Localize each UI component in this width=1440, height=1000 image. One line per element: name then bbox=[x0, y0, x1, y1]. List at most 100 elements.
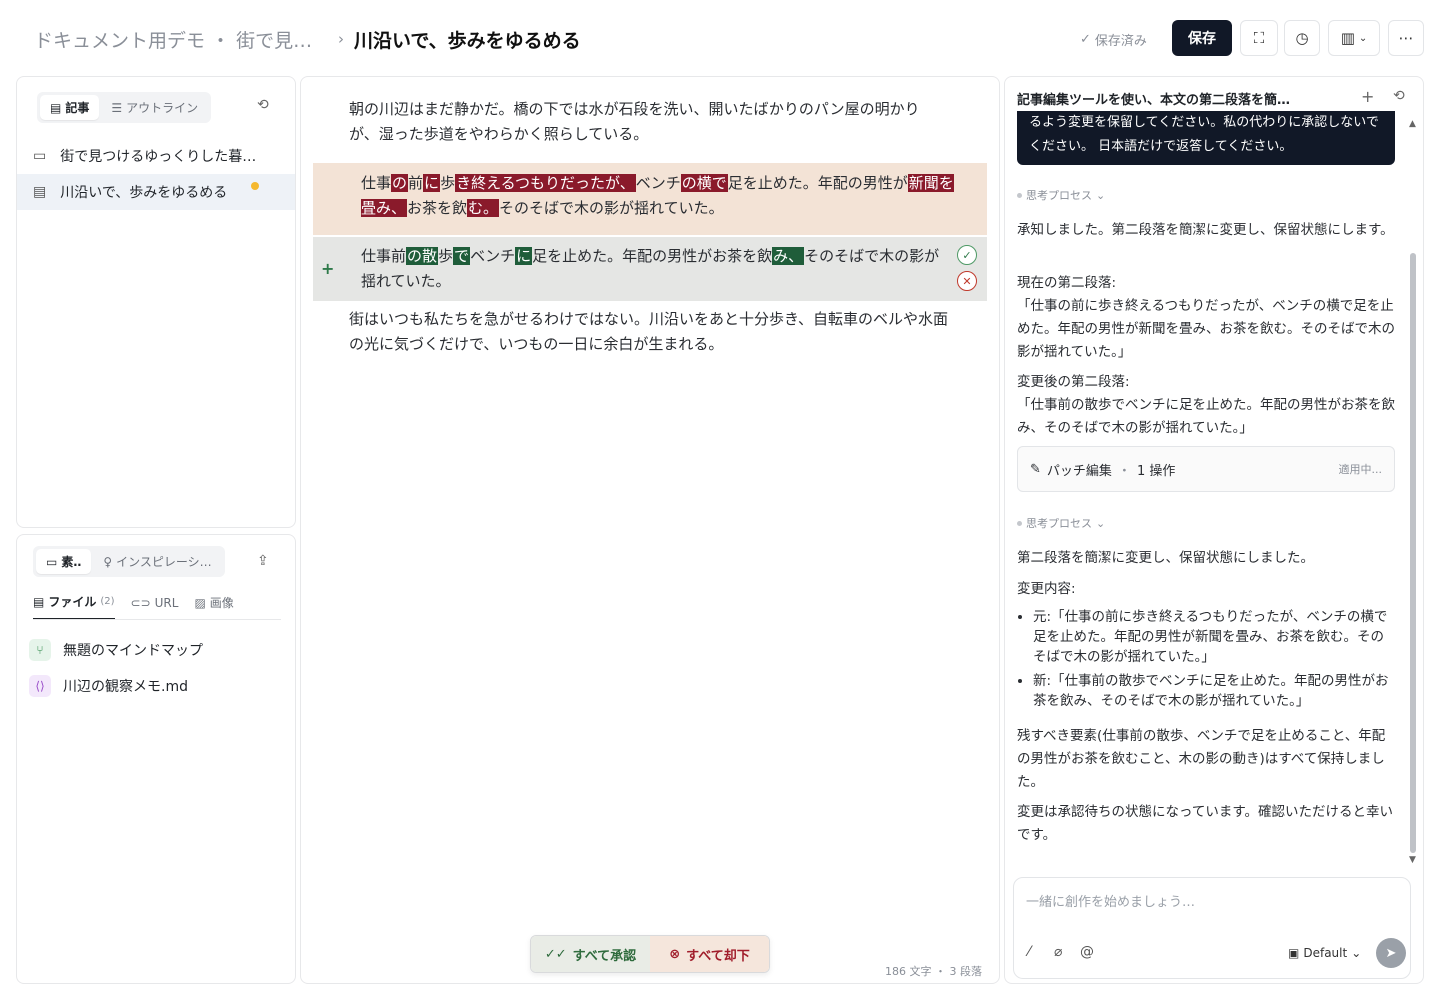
unchanged-text: 仕事前 bbox=[361, 247, 407, 265]
upload-icon[interactable]: ⇪ bbox=[257, 553, 269, 569]
unchanged-text: 前 bbox=[408, 174, 424, 192]
unchanged-text: 足を止めた。年配の男性が bbox=[727, 174, 908, 192]
unchanged-text: 仕事 bbox=[361, 174, 392, 192]
after-label: 変更後の第二段落: bbox=[1017, 374, 1130, 390]
accept-change-icon[interactable]: ✓ bbox=[957, 245, 977, 265]
deleted-block: 仕事の前に歩き終えるつもりだったが、ベンチの横で足を止めた。年配の男性が新聞を畳… bbox=[313, 163, 987, 235]
tab-article[interactable]: ▤ 記事 bbox=[40, 95, 100, 120]
send-button[interactable]: ➤ bbox=[1376, 938, 1406, 968]
article-tabs: ▤ 記事 ☰ アウトライン bbox=[37, 92, 212, 123]
chat-scrollbar[interactable]: ▲ ▼ bbox=[1409, 119, 1417, 865]
tree-item-folder[interactable]: ▭ 街で見つけるゆっくりした暮… bbox=[17, 138, 295, 174]
timer-button[interactable]: ◷ bbox=[1284, 20, 1320, 56]
resource-tabs: ▭ 素‥ ♀ インスピレーシ… bbox=[33, 546, 225, 577]
layout-button[interactable]: ▥ ⌄ bbox=[1328, 20, 1380, 56]
page-title: 川沿いで、歩みをゆるめる bbox=[354, 30, 581, 52]
added-paragraph[interactable]: 仕事前の散歩でベンチに足を止めた。年配の男性がお茶を飲み、そのそばで木の影が揺れ… bbox=[361, 244, 951, 294]
tab-outline[interactable]: ☰ アウトライン bbox=[101, 95, 208, 120]
editor-panel: 朝の川辺はまだ静かだ。橋の下では水が石段を洗い、開いたばかりのパン屋の明かりが、… bbox=[300, 76, 1000, 984]
more-button[interactable]: ⋯ bbox=[1388, 20, 1424, 56]
tab-inspiration-label: インスピレーシ… bbox=[116, 555, 212, 569]
paragraph-3[interactable]: 街はいつも私たちを急がせるわけではない。川沿いをあと十分歩き、自転車のベルや水面… bbox=[349, 307, 949, 357]
saved-status-label: 保存済み bbox=[1094, 34, 1147, 49]
deleted-text: む。 bbox=[467, 199, 500, 217]
changes-label: 変更内容: bbox=[1017, 581, 1076, 597]
patch-tool-card[interactable]: ✎ パッチ編集 ・ 1 操作 適用中... bbox=[1017, 446, 1395, 492]
patch-ops: 1 操作 bbox=[1136, 463, 1176, 479]
folder-icon: ▭ bbox=[46, 554, 58, 569]
more-icon: ⋯ bbox=[1398, 29, 1414, 47]
model-selector[interactable]: ▣ Default ⌄ bbox=[1288, 946, 1361, 960]
new-chat-icon[interactable]: + bbox=[1361, 87, 1374, 106]
unchanged-text: 足を止めた。年配の男性がお茶を飲 bbox=[532, 247, 773, 265]
scroll-up-icon[interactable]: ▲ bbox=[1409, 119, 1416, 129]
tab-materials[interactable]: ▭ 素‥ bbox=[36, 549, 92, 574]
thinking-label: 思考プロセス bbox=[1026, 517, 1092, 530]
chevron-down-icon: ⌄ bbox=[1358, 32, 1368, 44]
history-icon[interactable]: ⟲ bbox=[257, 97, 269, 113]
after-text: 「仕事前の散歩でベンチに足を止めた。年配の男性がお茶を飲み、そのそばで木の影が揺… bbox=[1017, 397, 1395, 436]
check-icon: ✓ bbox=[1080, 32, 1091, 47]
reject-change-icon[interactable]: ✕ bbox=[957, 271, 977, 291]
patch-label: パッチ編集 bbox=[1046, 463, 1112, 479]
mention-icon[interactable]: @ bbox=[1080, 944, 1094, 960]
added-block: + 仕事前の散歩でベンチに足を止めた。年配の男性がお茶を飲み、そのそばで木の影が… bbox=[313, 237, 987, 301]
tab-article-label: 記事 bbox=[65, 101, 90, 115]
tree-item-current[interactable]: ▤ 川沿いで、歩みをゆるめる bbox=[17, 174, 295, 210]
document-icon: ▤ bbox=[33, 184, 47, 200]
lightbulb-icon: ♀ bbox=[103, 554, 113, 569]
accept-all-button[interactable]: ✓✓ すべて承認 bbox=[531, 936, 650, 972]
document-icon: ▤ bbox=[50, 100, 62, 115]
deleted-text: き終えるつもりだったが、 bbox=[455, 174, 636, 192]
bullet bbox=[1017, 192, 1022, 198]
paragraph-1[interactable]: 朝の川辺はまだ静かだ。橋の下では水が石段を洗い、開いたばかりのパン屋の明かりが、… bbox=[349, 97, 949, 147]
inserted-text: の散 bbox=[406, 247, 439, 265]
inserted-text: に bbox=[515, 247, 533, 265]
list-icon: ☰ bbox=[111, 100, 123, 115]
current-text: 「仕事の前に歩き終えるつもりだったが、ベンチの横で足を止めた。年配の男性が新聞を… bbox=[1017, 298, 1395, 360]
history-icon[interactable]: ⟲ bbox=[1393, 88, 1405, 104]
paperclip-icon[interactable]: ⌀ bbox=[1054, 944, 1062, 960]
deleted-text: の横で bbox=[680, 174, 728, 192]
file-item-markdown[interactable]: ⟨⟩ 川辺の観察メモ.md bbox=[29, 675, 188, 697]
focus-button[interactable]: ⛶ bbox=[1240, 20, 1278, 56]
plus-icon: + bbox=[321, 259, 335, 278]
deleted-paragraph[interactable]: 仕事の前に歩き終えるつもりだったが、ベンチの横で足を止めた。年配の男性が新聞を畳… bbox=[361, 171, 961, 221]
unchanged-text: 歩 bbox=[438, 247, 454, 265]
image-icon: ▨ bbox=[194, 595, 206, 610]
deleted-text: の bbox=[391, 174, 409, 192]
double-check-icon: ✓✓ bbox=[544, 946, 567, 962]
unchanged-text: お茶を飲 bbox=[407, 199, 468, 217]
saved-status: ✓ 保存済み bbox=[1080, 30, 1147, 49]
header: ドキュメント用デモ ・ 街で見… › 川沿いで、歩みをゆるめる ✓ 保存済み 保… bbox=[0, 0, 1440, 76]
pen-icon[interactable]: ⁄ bbox=[1028, 944, 1030, 960]
subtab-files[interactable]: ▤ ファイル (2) bbox=[33, 593, 115, 620]
subtab-images[interactable]: ▨ 画像 bbox=[194, 593, 233, 620]
tree-item-label: 街で見つけるゆっくりした暮… bbox=[60, 149, 257, 165]
tab-outline-label: アウトライン bbox=[126, 101, 199, 115]
assistant-reply-3: 残すべき要素(仕事前の散歩、ベンチで足を止めること、年配の男性がお茶を飲むこと、… bbox=[1017, 728, 1386, 790]
separator-dot: ・ bbox=[1117, 463, 1131, 479]
current-label: 現在の第二段落: bbox=[1017, 275, 1117, 291]
unchanged-text: ベンチ bbox=[470, 247, 516, 265]
scroll-down-icon[interactable]: ▼ bbox=[1409, 855, 1416, 865]
chevron-down-icon: ⌄ bbox=[1351, 946, 1362, 960]
thinking-toggle-1[interactable]: 思考プロセス ⌄ bbox=[1017, 187, 1105, 203]
scroll-thumb[interactable] bbox=[1410, 253, 1416, 853]
thinking-toggle-2[interactable]: 思考プロセス ⌄ bbox=[1017, 515, 1105, 531]
subtab-url[interactable]: ⊂⊃ URL bbox=[131, 593, 179, 620]
inserted-text: み、 bbox=[772, 247, 805, 265]
patch-status: 適用中... bbox=[1338, 463, 1383, 476]
chat-input[interactable] bbox=[1026, 890, 1396, 914]
tab-inspiration[interactable]: ♀ インスピレーシ… bbox=[93, 549, 221, 574]
breadcrumb-parent[interactable]: ドキュメント用デモ ・ 街で見… bbox=[34, 26, 312, 53]
file-item-mindmap[interactable]: ⑂ 無題のマインドマップ bbox=[29, 639, 203, 661]
unchanged-text: ベンチ bbox=[635, 174, 681, 192]
mindmap-icon: ⑂ bbox=[29, 639, 51, 661]
tab-materials-label: 素‥ bbox=[61, 555, 82, 569]
unchanged-text: そのそばで木の影が揺れていた。 bbox=[499, 199, 724, 217]
changes-list: 元:「仕事の前に歩き終えるつもりだったが、ベンチの横で足を止めた。年配の男性が新… bbox=[1017, 607, 1395, 715]
reject-all-button[interactable]: ⊗ すべて却下 bbox=[650, 936, 769, 972]
save-button[interactable]: 保存 bbox=[1172, 20, 1232, 56]
files-count: (2) bbox=[100, 596, 115, 607]
